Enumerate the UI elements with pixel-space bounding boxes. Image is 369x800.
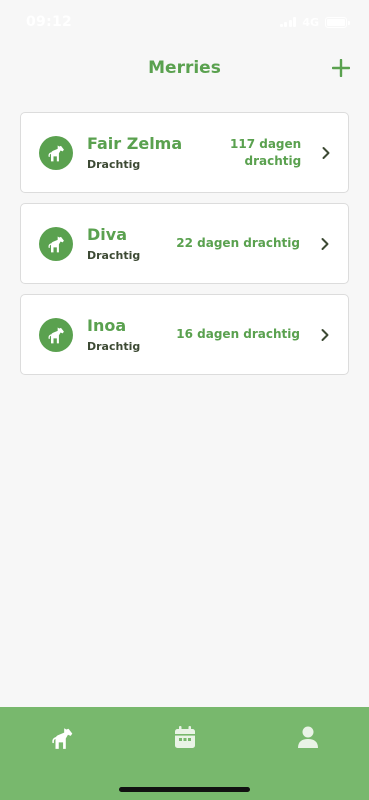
tab-mares[interactable] [32, 725, 92, 753]
chevron-right-icon [320, 237, 332, 251]
battery-icon [325, 16, 350, 28]
mare-status: Drachtig [87, 249, 141, 262]
tab-calendar[interactable] [155, 725, 215, 753]
home-indicator [119, 787, 250, 792]
tab-profile[interactable] [278, 725, 338, 753]
chevron-right-icon [320, 328, 332, 342]
calendar-icon [174, 726, 195, 748]
mare-name: Diva [87, 225, 127, 244]
gestation-days: 16 dagen drachtig [176, 327, 300, 341]
horse-icon [51, 728, 72, 749]
status-bar: 09:12 4G [0, 0, 369, 44]
mare-card-diva[interactable]: Diva Drachtig 22 dagen drachtig [20, 203, 349, 284]
horse-icon [39, 317, 73, 352]
network-type: 4G [302, 15, 319, 29]
mare-info: Inoa Drachtig [87, 316, 140, 353]
plus-icon [332, 59, 350, 77]
mare-name: Fair Zelma [87, 134, 183, 153]
mare-name: Inoa [87, 316, 127, 335]
mare-status: Drachtig [87, 340, 141, 353]
horse-icon [39, 135, 73, 170]
mare-card-inoa[interactable]: Inoa Drachtig 16 dagen drachtig [20, 294, 349, 375]
header: Merries [0, 44, 369, 92]
add-mare-button[interactable] [327, 54, 355, 82]
mare-info: Diva Drachtig [87, 225, 140, 262]
mare-card-fair-zelma[interactable]: Fair Zelma Drachtig 117 dagen drachtig [20, 112, 349, 193]
page-title: Merries [148, 58, 221, 78]
status-time: 09:12 [26, 14, 73, 30]
chevron-right-icon [321, 146, 332, 160]
gestation-days: 22 dagen drachtig [176, 236, 300, 250]
mare-status: Drachtig [87, 158, 141, 171]
horse-icon [39, 226, 73, 261]
mare-info: Fair Zelma Drachtig [87, 134, 182, 171]
gestation-days: 117 dagen drachtig [230, 136, 302, 168]
user-icon [297, 726, 318, 748]
mare-list: Fair Zelma Drachtig 117 dagen drachtig D… [20, 112, 349, 385]
signal-icon [279, 17, 297, 27]
status-indicators: 4G [279, 15, 350, 29]
